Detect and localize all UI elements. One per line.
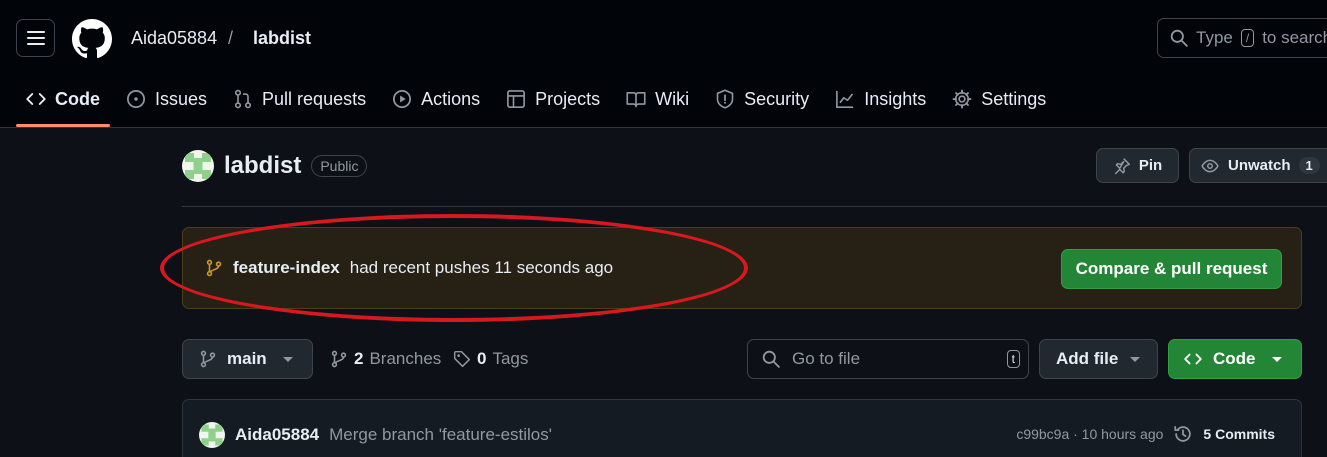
breadcrumb-owner[interactable]: Aida05884	[131, 28, 217, 49]
pushed-branch-name[interactable]: feature-index	[233, 258, 340, 278]
book-icon	[626, 91, 646, 108]
go-to-file-input[interactable]: Go to file t	[747, 339, 1029, 379]
gear-icon	[952, 89, 972, 109]
add-file-button[interactable]: Add file	[1039, 339, 1158, 379]
tab-insights[interactable]: Insights	[825, 76, 936, 122]
branches-link[interactable]: 2 Branches	[330, 349, 441, 369]
latest-commit-box: Aida05884 Merge branch 'feature-estilos'…	[182, 399, 1302, 457]
table-icon	[507, 90, 526, 108]
pushed-branch-message: had recent pushes 11 seconds ago	[349, 258, 614, 277]
branch-icon	[200, 350, 216, 368]
compare-pull-request-button[interactable]: Compare & pull request	[1061, 249, 1282, 289]
tab-pull-requests[interactable]: Pull requests	[223, 76, 376, 122]
branch-icon	[206, 259, 222, 277]
tab-label: Settings	[981, 88, 1047, 109]
tab-label: Projects	[535, 88, 601, 109]
section-divider	[182, 206, 1327, 207]
tab-code[interactable]: Code	[16, 76, 110, 127]
code-icon	[1184, 353, 1202, 365]
commit-author[interactable]: Aida05884	[235, 425, 319, 445]
github-logo-icon[interactable]	[72, 19, 112, 59]
code-button[interactable]: Code	[1168, 339, 1302, 379]
commit-message[interactable]: Merge branch 'feature-estilos'	[329, 425, 552, 445]
recent-push-text: feature-index had recent pushes 11 secon…	[205, 258, 613, 278]
code-icon	[26, 93, 46, 105]
repo-tabs: Code Issues Pull requests Actions Projec…	[0, 76, 1056, 128]
tags-count: 0	[477, 349, 487, 368]
tab-label: Wiki	[655, 88, 690, 109]
visibility-badge: Public	[311, 155, 368, 177]
search-icon	[762, 350, 780, 368]
branch-name: main	[227, 349, 267, 368]
add-file-label: Add file	[1056, 349, 1119, 368]
tab-actions[interactable]: Actions	[382, 76, 490, 122]
tab-label: Security	[744, 88, 810, 109]
watch-count: 1	[1298, 157, 1320, 174]
commit-meta: c99bc9a · 10 hours ago 5 Commits	[1016, 424, 1275, 444]
breadcrumb-repo[interactable]: labdist	[253, 28, 311, 49]
chevron-down-icon	[282, 356, 293, 362]
branch-icon	[331, 350, 347, 368]
tab-issues[interactable]: Issues	[116, 76, 217, 122]
pull-request-icon	[234, 89, 252, 109]
hamburger-icon	[26, 31, 45, 45]
history-icon	[1174, 426, 1192, 442]
tab-wiki[interactable]: Wiki	[616, 76, 699, 122]
tab-settings[interactable]: Settings	[942, 76, 1056, 122]
repo-heading: labdist Public	[182, 150, 368, 182]
global-search[interactable]: Type / to search	[1157, 18, 1327, 58]
repo-title[interactable]: labdist	[224, 152, 301, 180]
tab-projects[interactable]: Projects	[496, 76, 610, 122]
tab-label: Insights	[864, 88, 927, 109]
recent-push-banner: feature-index had recent pushes 11 secon…	[182, 227, 1302, 309]
go-to-file-placeholder: Go to file	[792, 349, 861, 368]
breadcrumb-separator: /	[228, 28, 234, 48]
tab-label: Actions	[421, 88, 481, 109]
go-to-file-shortcut: t	[1006, 350, 1020, 368]
search-shortcut-key: /	[1240, 29, 1255, 47]
tab-label: Pull requests	[262, 88, 367, 109]
issue-icon	[127, 90, 145, 108]
identicon-icon	[182, 150, 214, 182]
branches-label: Branches	[369, 349, 442, 368]
branches-count: 2	[354, 349, 364, 368]
avatar[interactable]	[199, 422, 225, 448]
pin-icon	[1114, 157, 1130, 174]
play-icon	[393, 90, 412, 108]
avatar[interactable]	[182, 150, 214, 182]
branch-selector[interactable]: main	[182, 339, 313, 379]
code-label: Code	[1213, 349, 1256, 368]
shield-icon	[716, 89, 734, 109]
tags-link[interactable]: 0 Tags	[453, 349, 528, 369]
tab-security[interactable]: Security	[705, 76, 819, 122]
unwatch-label: Unwatch	[1228, 157, 1291, 174]
commits-link[interactable]: 5 Commits	[1203, 426, 1275, 442]
repo-header: Aida05884 / labdist Type / to search Cod…	[0, 0, 1327, 128]
graph-icon	[836, 90, 854, 108]
eye-icon	[1201, 159, 1219, 172]
pin-button[interactable]: Pin	[1096, 148, 1179, 183]
tags-label: Tags	[492, 349, 529, 368]
tab-label: Issues	[155, 88, 208, 109]
search-placeholder-suffix: to search	[1262, 28, 1327, 47]
latest-commit-row: Aida05884 Merge branch 'feature-estilos'	[199, 422, 552, 448]
search-placeholder-prefix: Type	[1196, 28, 1233, 47]
identicon-icon	[199, 422, 225, 448]
chevron-down-icon	[1271, 356, 1282, 362]
search-icon	[1170, 29, 1188, 47]
menu-button[interactable]	[16, 19, 55, 57]
chevron-down-icon	[1130, 356, 1141, 362]
pin-label: Pin	[1138, 157, 1163, 174]
commit-hash-time[interactable]: c99bc9a · 10 hours ago	[1016, 426, 1163, 442]
tab-label: Code	[55, 88, 100, 109]
unwatch-button[interactable]: Unwatch 1	[1189, 148, 1327, 183]
tag-icon	[453, 350, 471, 368]
